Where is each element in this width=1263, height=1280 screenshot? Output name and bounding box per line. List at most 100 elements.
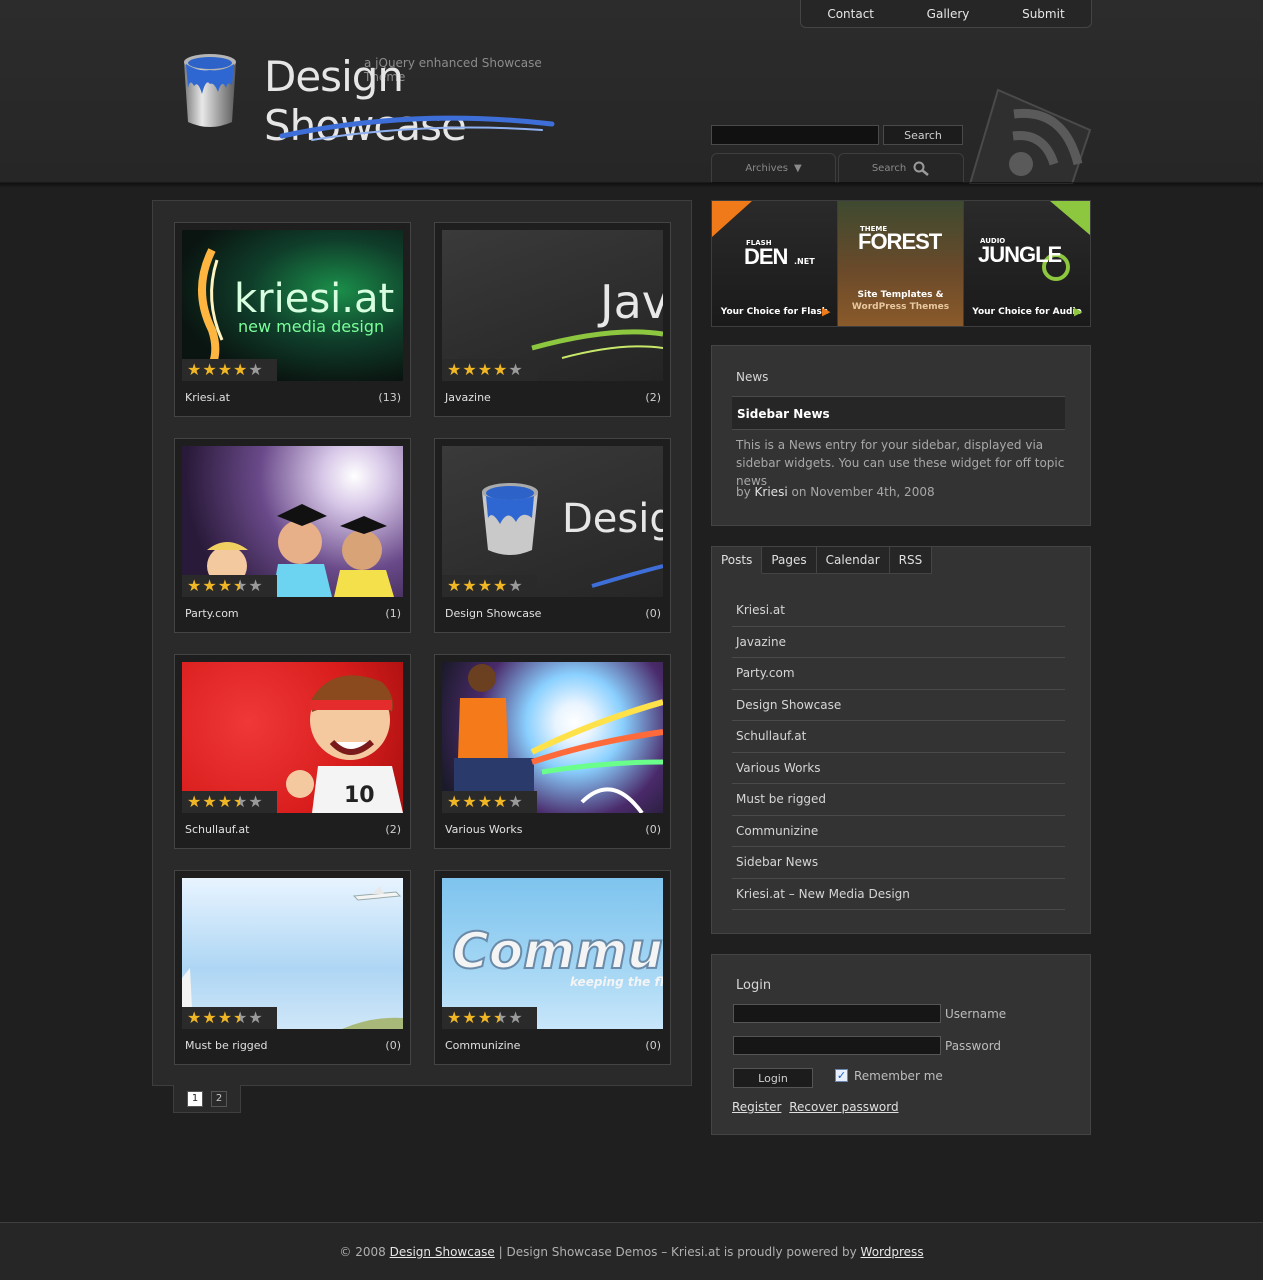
page-1-button[interactable]: 1 xyxy=(187,1090,203,1107)
news-meta-prefix: by xyxy=(736,485,751,499)
gallery-item-party[interactable]: ★ ★ ★ ★ ★ Party.com (1) xyxy=(174,438,411,633)
password-field[interactable] xyxy=(733,1036,941,1055)
post-link[interactable]: Various Works xyxy=(732,753,1065,784)
star-icon: ★ xyxy=(217,792,233,811)
gallery-item-javazine[interactable]: Jav ★ ★ ★ ★ ★ Javazine (2) xyxy=(434,222,671,417)
post-link[interactable]: Kriesi.at xyxy=(732,595,1065,627)
kriesi-logo-text: kriesi.at xyxy=(234,276,394,322)
news-author[interactable]: Kriesi xyxy=(755,485,788,499)
gallery-item-schullauf[interactable]: 10 ★ ★ ★ ★ ★ Schullauf.at (2) xyxy=(174,654,411,849)
register-link[interactable]: Register xyxy=(732,1100,781,1114)
news-headline[interactable]: Sidebar News xyxy=(732,396,1065,430)
dropdown-arrow-icon: ▼ xyxy=(793,163,802,174)
post-link[interactable]: Design Showcase xyxy=(732,690,1065,721)
item-count: (2) xyxy=(645,391,661,404)
star-icon: ★ xyxy=(248,360,263,379)
nav-gallery[interactable]: Gallery xyxy=(927,7,970,21)
nav-submit[interactable]: Submit xyxy=(1022,7,1065,21)
star-icon: ★ xyxy=(493,1008,508,1027)
star-icon: ★ xyxy=(248,1008,263,1027)
gallery-item-kriesi[interactable]: kriesi.at new media design ★ ★ ★ ★ ★ Kriesi.… xyxy=(174,222,411,417)
footer-copyright: © 2008 xyxy=(339,1244,386,1259)
gallery-item-must-be-rigged[interactable]: ★ ★ ★ ★ ★ Must be rigged (0) xyxy=(174,870,411,1065)
remember-me-checkbox[interactable]: ✓ xyxy=(835,1069,848,1082)
footer-middle-text: | Design Showcase Demos – Kriesi.at is p… xyxy=(498,1244,857,1259)
star-icon: ★ xyxy=(493,792,508,811)
star-icon: ★ xyxy=(233,1008,248,1027)
item-name[interactable]: Design Showcase xyxy=(445,607,541,620)
ad-audiojungle-big: JUNGLE xyxy=(978,242,1062,267)
news-meta: by Kriesi on November 4th, 2008 xyxy=(736,485,935,499)
recover-password-link[interactable]: Recover password xyxy=(789,1100,898,1114)
star-icon: ★ xyxy=(462,792,477,811)
post-link[interactable]: Party.com xyxy=(732,658,1065,690)
star-icon: ★ xyxy=(477,360,493,379)
search-input[interactable] xyxy=(711,125,879,145)
ad-flashden-suffix: .NET xyxy=(794,257,815,266)
rating-stars: ★ ★ ★ ★ ★ xyxy=(182,575,277,597)
star-icon: ★ xyxy=(202,1008,217,1027)
username-field[interactable] xyxy=(733,1004,941,1023)
rating-stars: ★ ★ ★ ★ ★ xyxy=(182,791,277,813)
star-icon: ★ xyxy=(217,576,233,595)
star-icon: ★ xyxy=(202,792,217,811)
nav-contact[interactable]: Contact xyxy=(827,7,874,21)
search-tab-label: Search xyxy=(871,163,907,174)
item-name[interactable]: Various Works xyxy=(445,823,523,836)
item-name[interactable]: Javazine xyxy=(445,391,491,404)
item-name[interactable]: Kriesi.at xyxy=(185,391,230,404)
ad-themeforest-caption: Site Templates & xyxy=(857,290,944,300)
gallery-item-communizine[interactable]: Commu keeping the fl ★ ★ ★ ★ ★ Communizine (… xyxy=(434,870,671,1065)
login-links: Register Recover password xyxy=(732,1100,903,1114)
post-link[interactable]: Kriesi.at – New Media Design xyxy=(732,879,1065,910)
item-count: (0) xyxy=(645,823,661,836)
archives-label: Archives xyxy=(745,163,788,174)
post-link[interactable]: Communizine xyxy=(732,816,1065,847)
item-name[interactable]: Must be rigged xyxy=(185,1039,268,1052)
rss-feed-icon[interactable] xyxy=(968,88,1092,184)
tab-pages[interactable]: Pages xyxy=(762,547,817,574)
star-icon: ★ xyxy=(508,360,523,379)
login-button[interactable]: Login xyxy=(733,1068,813,1088)
search-tab[interactable]: Search xyxy=(838,153,964,183)
item-count: (0) xyxy=(645,1039,661,1052)
widget-tabs: Posts Pages Calendar RSS xyxy=(712,547,933,574)
ad-flashden[interactable]: FLASH DEN .NET Your Choice for Flash ▶ xyxy=(712,201,838,326)
tab-calendar[interactable]: Calendar xyxy=(816,547,890,574)
gallery-item-various-works[interactable]: ★ ★ ★ ★ ★ Various Works (0) xyxy=(434,654,671,849)
post-link[interactable]: Schullauf.at xyxy=(732,721,1065,753)
item-name[interactable]: Party.com xyxy=(185,607,239,620)
login-title: Login xyxy=(736,978,772,993)
star-icon: ★ xyxy=(233,360,248,379)
remember-me-label: Remember me xyxy=(854,1069,943,1083)
svg-text:10: 10 xyxy=(344,783,375,808)
gallery-item-design-showcase[interactable]: Desig ★ ★ ★ ★ ★ Design Showcase (0) xyxy=(434,438,671,633)
star-icon: ★ xyxy=(248,792,263,811)
search-button[interactable]: Search xyxy=(883,125,963,145)
news-widget-title: News xyxy=(736,370,769,384)
post-link[interactable]: Sidebar News xyxy=(732,847,1065,879)
item-name[interactable]: Schullauf.at xyxy=(185,823,249,836)
posts-list: Kriesi.at Javazine Party.com Design Show… xyxy=(732,595,1065,910)
arrow-right-icon: ▶ xyxy=(1074,305,1083,318)
star-icon: ★ xyxy=(493,576,508,595)
tab-rss[interactable]: RSS xyxy=(889,547,933,574)
site-logo[interactable]: a jQuery enhanced Showcase Theme Design … xyxy=(172,44,572,150)
footer-site-link[interactable]: Design Showcase xyxy=(390,1245,495,1259)
star-icon: ★ xyxy=(202,360,217,379)
logo-swoosh-graphic xyxy=(279,115,555,141)
news-body: This is a News entry for your sidebar, d… xyxy=(736,438,1065,488)
archives-tab[interactable]: Archives ▼ xyxy=(711,153,836,183)
ad-themeforest[interactable]: THEME FOREST Site Templates & WordPress … xyxy=(838,201,964,326)
item-name[interactable]: Communizine xyxy=(445,1039,520,1052)
design-showcase-thumb-text: Desig xyxy=(562,496,663,542)
ad-audiojungle[interactable]: AUDIO JUNGLE Your Choice for Audio ▶ xyxy=(964,201,1090,326)
footer-wordpress-link[interactable]: Wordpress xyxy=(861,1245,924,1259)
item-count: (1) xyxy=(385,607,401,620)
post-link[interactable]: Javazine xyxy=(732,627,1065,658)
page-2-button[interactable]: 2 xyxy=(211,1090,227,1107)
rating-stars: ★ ★ ★ ★ ★ xyxy=(442,359,537,381)
paint-bucket-icon xyxy=(184,54,236,127)
post-link[interactable]: Must be rigged xyxy=(732,784,1065,816)
tab-posts[interactable]: Posts xyxy=(712,547,763,574)
